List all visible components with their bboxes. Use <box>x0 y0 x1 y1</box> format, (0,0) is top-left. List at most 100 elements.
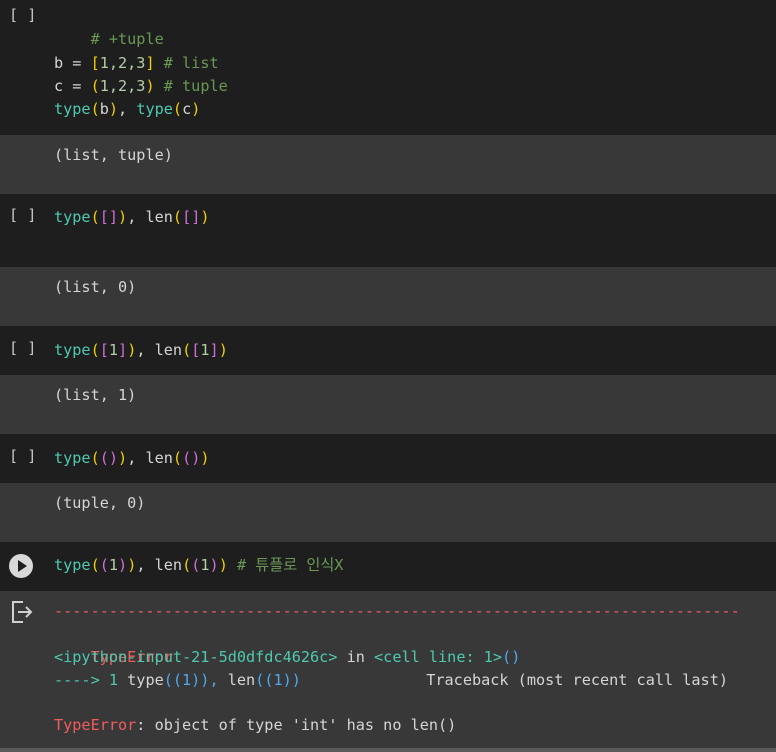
code-token: [] <box>182 208 201 226</box>
code-token: [] <box>99 208 119 226</box>
code-token: ( <box>172 208 183 226</box>
code-token: ( <box>172 100 183 118</box>
traceback-text: ((1)), <box>163 671 228 689</box>
code-token: ) <box>108 100 119 118</box>
code-token: type <box>136 100 173 118</box>
error-output-area: ----------------------------------------… <box>0 591 776 748</box>
output-text: (list, tuple) <box>54 146 173 164</box>
code-token: , len <box>127 208 173 226</box>
traceback-title: Traceback (most recent call last) <box>426 671 728 689</box>
code-token: ) <box>127 556 137 574</box>
code-token: 1 <box>200 341 210 359</box>
code-token: ( <box>90 556 100 574</box>
code-token: ] <box>209 341 219 359</box>
code-token: ) <box>145 77 155 95</box>
output-text: (list, 0) <box>54 278 137 296</box>
code-token: 1 <box>108 341 119 359</box>
output-area-2: (list, 0) <box>0 267 776 326</box>
traceback-text: () <box>502 648 521 666</box>
play-circle-icon[interactable] <box>9 554 33 578</box>
code-token: ) <box>127 341 137 359</box>
code-token: b <box>99 100 109 118</box>
code-token: , len <box>127 449 173 467</box>
code-line: type((1)), len((1)) # 튜플로 인식X <box>54 554 343 577</box>
code-token: type <box>54 449 91 467</box>
traceback-separator: ----------------------------------------… <box>54 602 740 620</box>
error-message: TypeError: object of type 'int' has no l… <box>54 714 456 737</box>
traceback-arrow: ----> 1 <box>54 671 128 689</box>
code-token: () <box>182 449 201 467</box>
code-token: ) <box>191 100 201 118</box>
cell-run-indicator[interactable]: [ ] <box>9 447 36 465</box>
cell-run-indicator[interactable]: [ ] <box>9 6 36 24</box>
code-token: ) <box>209 556 219 574</box>
code-token: c = <box>54 77 91 95</box>
code-token: ) <box>218 341 228 359</box>
code-comment: # 튜플로 인식X <box>227 556 344 574</box>
code-token: () <box>99 449 119 467</box>
code-token: ( <box>90 208 100 226</box>
cell-run-indicator[interactable]: [ ] <box>9 206 36 224</box>
code-token: type <box>54 341 91 359</box>
code-token: c <box>182 100 192 118</box>
output-area-3: (list, 1) <box>0 375 776 434</box>
code-token: ( <box>182 341 192 359</box>
output-clear-icon[interactable] <box>9 599 35 625</box>
code-token: , len <box>136 556 183 574</box>
code-token: ) <box>118 556 128 574</box>
traceback-text: type <box>127 671 164 689</box>
input-link[interactable]: <ipython-input-21-5d0dfdc4626c> <box>54 648 337 666</box>
output-area-4: (tuple, 0) <box>0 483 776 542</box>
code-line: type([]), len([]) <box>54 206 210 229</box>
code-token: 1,2,3 <box>99 54 146 72</box>
error-text: : object of type 'int' has no len() <box>136 716 457 734</box>
cell-run-indicator[interactable]: [ ] <box>9 339 36 357</box>
code-token: 1,2,3 <box>99 77 146 95</box>
code-token: ( <box>90 449 100 467</box>
code-token: ( <box>90 77 100 95</box>
cell-link[interactable]: <cell line: 1> <box>374 648 502 666</box>
code-token: ) <box>218 556 228 574</box>
traceback-location: <ipython-input-21-5d0dfdc4626c> in <cell… <box>54 646 520 669</box>
code-token: , len <box>136 341 183 359</box>
code-comment: # list <box>154 54 219 72</box>
traceback-text: ((1)) <box>255 671 301 689</box>
code-token: , <box>118 100 137 118</box>
code-token: type <box>54 556 91 574</box>
code-token: ) <box>200 449 210 467</box>
code-token: ) <box>200 208 210 226</box>
code-token: ( <box>172 449 183 467</box>
code-token: ( <box>99 556 109 574</box>
code-token: b = <box>54 54 91 72</box>
code-line: type([1]), len([1]) <box>54 339 228 362</box>
code-token: ( <box>90 100 100 118</box>
code-line: type(b), type(c) <box>54 98 200 121</box>
code-cell-3[interactable]: [ ] type([1]), len([1]) <box>0 326 776 375</box>
code-cell-2[interactable]: [ ] type([]), len([]) <box>0 194 776 267</box>
output-text: (tuple, 0) <box>54 494 146 512</box>
traceback-code-line: ----> 1 type((1)), len((1)) <box>54 669 301 692</box>
code-token: ] <box>118 341 128 359</box>
code-token: 1 <box>200 556 210 574</box>
code-token: ) <box>118 208 128 226</box>
code-token: ) <box>118 449 128 467</box>
code-token: [ <box>90 54 100 72</box>
code-token: [ <box>99 341 109 359</box>
code-cell-4[interactable]: [ ] type(()), len(()) <box>0 434 776 483</box>
output-area-1: (list, tuple) <box>0 135 776 194</box>
code-comment: # +tuple <box>90 30 164 48</box>
code-line: type(()), len(()) <box>54 447 210 470</box>
traceback-text: len <box>227 671 256 689</box>
code-cell-1[interactable]: [ ] # +tuple b = [1,2,3] # list c = (1,2… <box>0 0 776 135</box>
code-cell-5[interactable]: type((1)), len((1)) # 튜플로 인식X <box>0 542 776 591</box>
code-comment: # tuple <box>154 77 228 95</box>
divider <box>0 748 776 752</box>
traceback-text: in <box>337 648 375 666</box>
code-token: 1 <box>108 556 119 574</box>
code-token: ( <box>90 341 100 359</box>
code-token: type <box>54 100 91 118</box>
code-token: ( <box>182 556 192 574</box>
code-token: ] <box>145 54 155 72</box>
code-token: type <box>54 208 91 226</box>
error-type: TypeError <box>54 716 137 734</box>
